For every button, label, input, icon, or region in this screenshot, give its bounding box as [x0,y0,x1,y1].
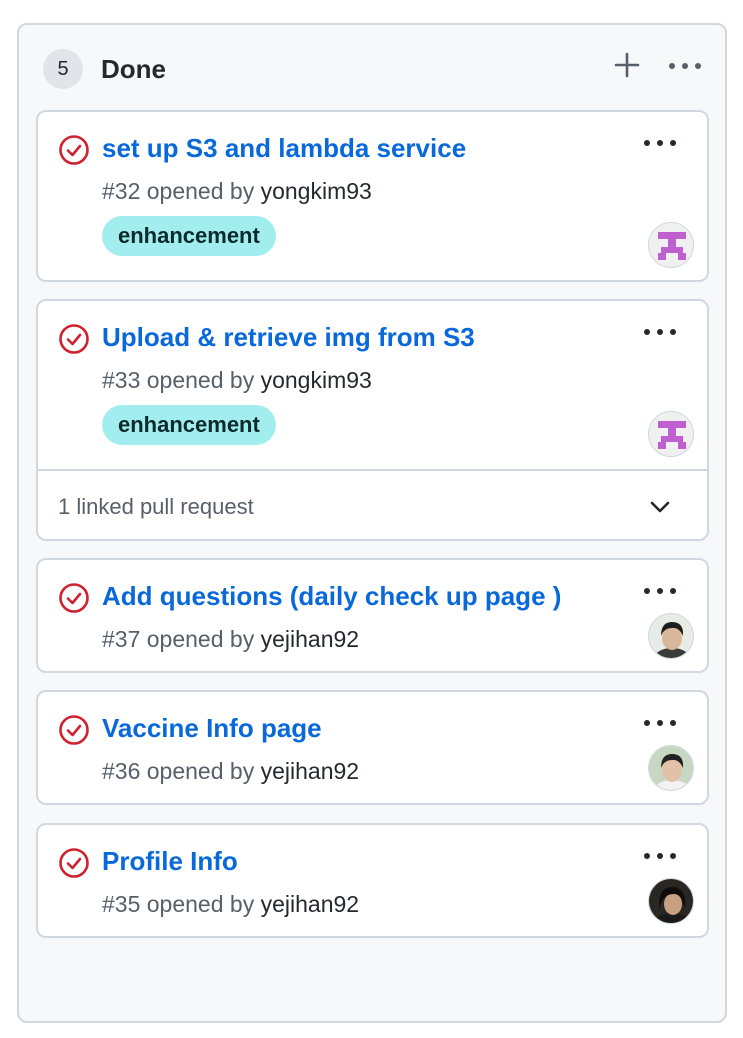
issue-card[interactable]: Vaccine Info page #36 opened by yejihan9… [36,690,709,805]
issue-closed-icon [59,135,89,165]
label-enhancement[interactable]: enhancement [102,216,276,256]
issue-author[interactable]: yongkim93 [261,367,372,393]
photo-avatar [649,746,693,790]
identicon-avatar [649,412,693,456]
opened-by-text: opened by [146,367,255,393]
project-column-done: 5 Done set up S3 and lambda service #32 … [17,23,727,1023]
issue-author[interactable]: yejihan92 [261,891,359,917]
issue-meta: #35 opened by yejihan92 [102,889,359,919]
issue-number: #32 [102,178,141,204]
card-divider [38,469,707,471]
issue-title-link[interactable]: Add questions (daily check up page ) [102,578,561,614]
column-menu-button[interactable] [667,55,703,77]
issue-number: #36 [102,758,141,784]
issue-card[interactable]: set up S3 and lambda service #32 opened … [36,110,709,282]
assignee-avatar[interactable] [648,222,694,268]
assignee-avatar[interactable] [648,745,694,791]
expand-linked-button[interactable] [646,493,674,521]
issue-title-link[interactable]: Profile Info [102,843,238,879]
add-card-button[interactable] [613,51,641,79]
issue-meta: #33 opened by yongkim93 [102,365,372,395]
kebab-horizontal-icon [644,588,676,594]
issue-closed-icon [59,324,89,354]
linked-pull-request-text[interactable]: 1 linked pull request [58,492,254,522]
issue-title-link[interactable]: Upload & retrieve img from S3 [102,319,475,355]
kebab-horizontal-icon [644,329,676,335]
issue-meta: #32 opened by yongkim93 [102,176,372,206]
issue-closed-icon [59,583,89,613]
label-enhancement[interactable]: enhancement [102,405,276,445]
issue-closed-icon [59,848,89,878]
issue-title-link[interactable]: Vaccine Info page [102,710,322,746]
issue-card[interactable]: Add questions (daily check up page ) #37… [36,558,709,673]
issue-meta: #37 opened by yejihan92 [102,624,359,654]
plus-icon [614,52,640,78]
card-menu-button[interactable] [640,580,680,602]
issue-closed-icon [59,715,89,745]
column-title: Done [101,54,166,84]
opened-by-text: opened by [146,758,255,784]
kebab-horizontal-icon [644,140,676,146]
card-menu-button[interactable] [640,712,680,734]
assignee-avatar[interactable] [648,411,694,457]
issue-number: #37 [102,626,141,652]
assignee-avatar[interactable] [648,878,694,924]
card-count-badge: 5 [43,49,83,89]
card-menu-button[interactable] [640,321,680,343]
opened-by-text: opened by [146,891,255,917]
issue-number: #35 [102,891,141,917]
column-header: 5 Done [19,25,725,111]
chevron-down-icon [650,501,670,513]
kebab-horizontal-icon [644,853,676,859]
photo-avatar [649,879,693,923]
issue-meta: #36 opened by yejihan92 [102,756,359,786]
opened-by-text: opened by [146,626,255,652]
issue-card[interactable]: Profile Info #35 opened by yejihan92 [36,823,709,938]
issue-author[interactable]: yongkim93 [261,178,372,204]
assignee-avatar[interactable] [648,613,694,659]
kebab-horizontal-icon [644,720,676,726]
issue-card[interactable]: Upload & retrieve img from S3 #33 opened… [36,299,709,541]
identicon-avatar [649,223,693,267]
issue-number: #33 [102,367,141,393]
issue-author[interactable]: yejihan92 [261,626,359,652]
card-menu-button[interactable] [640,132,680,154]
issue-author[interactable]: yejihan92 [261,758,359,784]
kebab-horizontal-icon [669,63,701,69]
card-menu-button[interactable] [640,845,680,867]
issue-title-link[interactable]: set up S3 and lambda service [102,130,466,166]
opened-by-text: opened by [146,178,255,204]
photo-avatar [649,614,693,658]
